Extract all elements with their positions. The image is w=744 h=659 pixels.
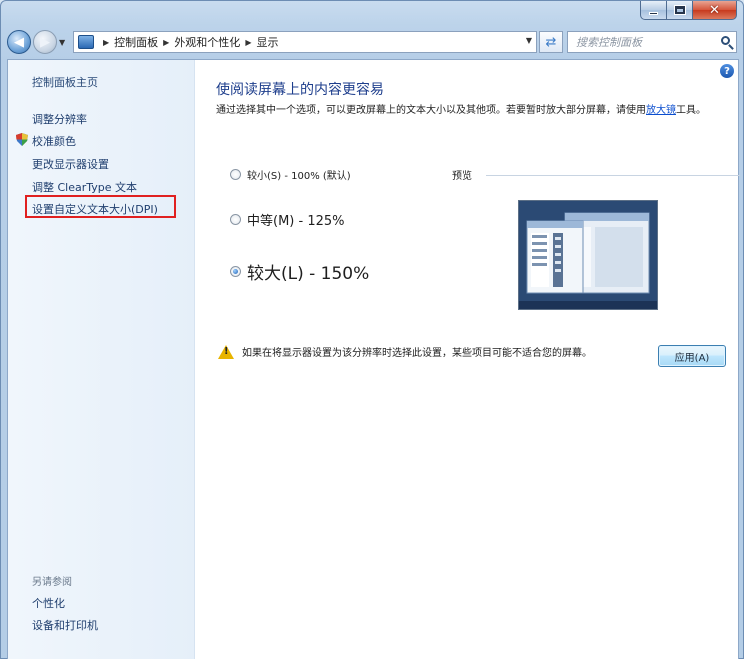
- minimize-button[interactable]: [640, 1, 667, 20]
- option-medium-label: 中等(M) - 125%: [247, 214, 345, 229]
- magnifier-link[interactable]: 放大镜: [646, 105, 676, 116]
- control-panel-icon: [78, 35, 94, 49]
- search-box[interactable]: [567, 31, 737, 53]
- sidebar-item-cleartype[interactable]: 调整 ClearType 文本: [32, 179, 137, 195]
- shield-icon: [16, 133, 28, 146]
- warning-text: 如果在将显示器设置为该分辨率时选择此设置，某些项目可能不适合您的屏幕。: [242, 348, 592, 359]
- search-input[interactable]: [576, 35, 736, 49]
- sidebar-item-resolution[interactable]: 调整分辨率: [32, 111, 87, 127]
- option-medium[interactable]: 中等(M) - 125%: [230, 210, 344, 229]
- navigation-bar: ◀ ▶ ▼ ▶ 控制面板 ▶ 外观和个性化 ▶ 显示 ▼ ⇄: [7, 29, 737, 55]
- description-text-end: 工具。: [676, 105, 706, 116]
- close-button[interactable]: ✕: [693, 1, 737, 20]
- refresh-icon: ⇄: [545, 34, 557, 50]
- see-also-heading: 另请参阅: [32, 577, 72, 588]
- close-icon: ✕: [709, 2, 720, 18]
- highlight-annotation: [25, 195, 176, 218]
- recent-pages-dropdown-icon[interactable]: ▼: [59, 38, 69, 47]
- help-icon[interactable]: ?: [720, 64, 734, 78]
- forward-arrow-icon: ▶: [40, 34, 50, 50]
- sidebar-item-calibrate-color[interactable]: 校准颜色: [32, 133, 76, 149]
- forward-button[interactable]: ▶: [33, 30, 57, 54]
- preview-divider: [486, 175, 740, 176]
- preview-label: 预览: [452, 171, 472, 182]
- minimize-icon: [649, 11, 658, 15]
- warning-message: 如果在将显示器设置为该分辨率时选择此设置，某些项目可能不适合您的屏幕。: [218, 344, 592, 359]
- apply-button[interactable]: 应用(A): [658, 345, 726, 367]
- option-smaller-label: 较小(S) - 100% (默认): [247, 171, 351, 182]
- preview-screen-icon: [519, 201, 657, 309]
- warning-icon: [218, 344, 234, 359]
- sidebar-item-display-settings[interactable]: 更改显示器设置: [32, 156, 109, 172]
- breadcrumb-chevron-icon[interactable]: ▶: [103, 38, 109, 47]
- search-icon[interactable]: [721, 36, 730, 45]
- see-also-devices-printers[interactable]: 设备和打印机: [32, 617, 98, 633]
- control-panel-window: ✕ ◀ ▶ ▼ ▶ 控制面板 ▶ 外观和个性化 ▶ 显示 ▼ ⇄ 控制面板主页 …: [0, 0, 744, 659]
- address-dropdown-icon[interactable]: ▼: [526, 36, 532, 45]
- radio-medium[interactable]: [230, 214, 241, 225]
- caption-buttons: ✕: [640, 1, 737, 20]
- refresh-button[interactable]: ⇄: [539, 31, 563, 53]
- option-larger[interactable]: 较大(L) - 150%: [230, 259, 369, 284]
- back-button[interactable]: ◀: [7, 30, 31, 54]
- task-pane: 控制面板主页 调整分辨率 校准颜色 更改显示器设置 调整 ClearType 文…: [8, 60, 195, 659]
- client-area: 控制面板主页 调整分辨率 校准颜色 更改显示器设置 调整 ClearType 文…: [7, 59, 740, 659]
- sidebar-home-link[interactable]: 控制面板主页: [32, 74, 98, 90]
- option-smaller[interactable]: 较小(S) - 100% (默认): [230, 167, 351, 182]
- breadcrumb-display[interactable]: 显示: [256, 34, 278, 50]
- breadcrumb-appearance[interactable]: 外观和个性化: [174, 34, 240, 50]
- back-arrow-icon: ◀: [14, 34, 24, 50]
- page-description: 通过选择其中一个选项，可以更改屏幕上的文本大小以及其他项。若要暂时放大部分屏幕，…: [216, 103, 724, 119]
- breadcrumb-chevron-icon[interactable]: ▶: [163, 38, 169, 47]
- address-bar[interactable]: ▶ 控制面板 ▶ 外观和个性化 ▶ 显示 ▼: [73, 31, 537, 53]
- preview-image: [518, 200, 658, 310]
- page-title: 使阅读屏幕上的内容更容易: [216, 82, 384, 98]
- option-larger-label: 较大(L) - 150%: [247, 264, 370, 284]
- maximize-icon: [673, 5, 686, 15]
- breadcrumb-chevron-icon[interactable]: ▶: [245, 38, 251, 47]
- description-text: 通过选择其中一个选项，可以更改屏幕上的文本大小以及其他项。若要暂时放大部分屏幕，…: [216, 105, 646, 116]
- radio-smaller[interactable]: [230, 169, 241, 180]
- breadcrumb-control-panel[interactable]: 控制面板: [114, 34, 158, 50]
- maximize-button[interactable]: [667, 1, 693, 20]
- radio-larger[interactable]: [230, 266, 241, 277]
- main-content: ? 使阅读屏幕上的内容更容易 通过选择其中一个选项，可以更改屏幕上的文本大小以及…: [196, 60, 740, 659]
- see-also-personalization[interactable]: 个性化: [32, 595, 65, 611]
